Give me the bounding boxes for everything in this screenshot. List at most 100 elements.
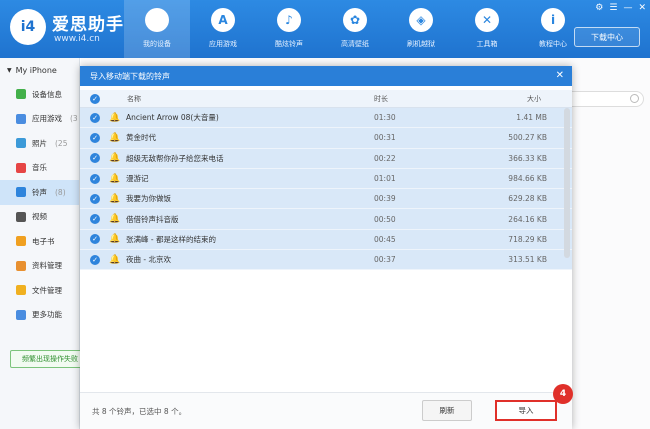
bell-icon: 🔔 xyxy=(109,193,121,204)
ringtone-duration: 00:45 xyxy=(374,234,396,244)
ringtone-name: 漫游记 xyxy=(126,174,149,184)
bell-icon: 🔔 xyxy=(109,173,121,184)
sidebar-item[interactable]: 更多功能 xyxy=(0,303,79,328)
row-checkbox[interactable]: ✓ xyxy=(90,173,100,184)
nav-label: 酷炫铃声 xyxy=(275,40,303,48)
nav-item[interactable]: ✕ 工具箱 xyxy=(454,0,520,58)
column-duration[interactable]: 时长 xyxy=(374,94,388,104)
dialog-footer: 共 8 个铃声，已选中 8 个。 刷新 导入 xyxy=(80,392,572,429)
nav-label: 高清壁纸 xyxy=(341,40,369,48)
nav-label: 工具箱 xyxy=(476,40,498,48)
table-row[interactable]: ✓ 🔔 借借铃声抖音版 00:50 264.16 KB xyxy=(80,209,572,230)
sidebar-item[interactable]: 应用游戏 (3 xyxy=(0,107,79,132)
ebook-icon xyxy=(16,236,26,247)
ringtone-size: 629.28 KB xyxy=(508,194,547,204)
sidebar-list: 设备信息 应用游戏 (3 照片 (25 音乐铃声 (8) 视频电子书资料管理文件管理更多功能 xyxy=(0,82,79,327)
data-icon xyxy=(16,260,26,271)
table-row[interactable]: ✓ 🔔 黄金时代 00:31 500.27 KB xyxy=(80,128,572,149)
sidebar-item[interactable]: 设备信息 xyxy=(0,82,79,107)
photos-icon xyxy=(16,138,26,149)
nav-item[interactable]: 我的设备 xyxy=(124,0,190,58)
sidebar-item-label: 电子书 xyxy=(32,236,55,246)
sidebar-item-label: 视频 xyxy=(32,212,47,222)
ringtone-name: 黄金时代 xyxy=(126,133,156,143)
sidebar-item[interactable]: 电子书 xyxy=(0,229,79,254)
ringtone-size: 264.16 KB xyxy=(508,214,547,224)
table-row[interactable]: ✓ 🔔 我要为你做饭 00:39 629.28 KB xyxy=(80,189,572,210)
sidebar-item-label: 铃声 xyxy=(32,187,47,197)
ringtone-size: 718.29 KB xyxy=(508,234,547,244)
ringtone-name: 超级无敌帮你孙子给您来电话 xyxy=(126,153,224,163)
nav-label: 教程中心 xyxy=(539,40,567,48)
row-checkbox[interactable]: ✓ xyxy=(90,153,100,164)
device-info-icon xyxy=(16,89,26,100)
sidebar-item-label: 更多功能 xyxy=(32,310,62,320)
sidebar-item[interactable]: 资料管理 xyxy=(0,254,79,279)
chevron-down-icon: ▼ xyxy=(7,66,12,74)
refresh-button[interactable]: 刷新 xyxy=(422,400,472,421)
ringtone-name: 借借铃声抖音版 xyxy=(126,214,179,224)
sidebar-item-count: (8) xyxy=(55,187,66,197)
nav-item[interactable]: ♪ 酷炫铃声 xyxy=(256,0,322,58)
ringtone-size: 1.41 MB xyxy=(516,113,547,123)
feedback-button[interactable]: 频繁出现操作失败 xyxy=(10,350,90,368)
nav-item[interactable]: A 应用游戏 xyxy=(190,0,256,58)
file-icon xyxy=(16,285,26,296)
search-icon xyxy=(630,94,639,103)
sidebar-item-count: (25 xyxy=(55,138,68,148)
device-selector[interactable]: ▼ My iPhone xyxy=(0,58,79,82)
sidebar-item[interactable]: 文件管理 xyxy=(0,278,79,303)
column-name[interactable]: 名称 xyxy=(127,94,141,104)
table-header: ✓ 名称 时长 大小 xyxy=(80,90,572,108)
row-checkbox[interactable]: ✓ xyxy=(90,234,100,245)
table-row[interactable]: ✓ 🔔 漫游记 01:01 984.66 KB xyxy=(80,168,572,190)
device-name: My iPhone xyxy=(15,65,57,75)
close-icon[interactable]: ✕ xyxy=(638,3,646,13)
close-icon[interactable]: ✕ xyxy=(556,70,564,81)
sidebar-item[interactable]: 铃声 (8) xyxy=(0,180,79,205)
bell-icon: 🔔 xyxy=(109,254,121,265)
brand-url: www.i4.cn xyxy=(54,34,100,44)
sidebar-item[interactable]: 照片 (25 xyxy=(0,131,79,156)
column-size[interactable]: 大小 xyxy=(527,94,541,104)
select-all-checkbox[interactable]: ✓ xyxy=(90,93,100,104)
bell-icon: ♪ xyxy=(277,8,301,32)
ringtone-duration: 00:39 xyxy=(374,194,396,204)
bell-icon: 🔔 xyxy=(109,234,121,245)
table-row[interactable]: ✓ 🔔 超级无敌帮你孙子给您来电话 00:22 366.33 KB xyxy=(80,148,572,169)
sidebar-item[interactable]: 音乐 xyxy=(0,156,79,181)
menu-icon[interactable]: ☰ xyxy=(609,3,617,13)
settings-icon[interactable]: ⚙ xyxy=(595,3,603,13)
ringtone-duration: 00:31 xyxy=(374,133,396,143)
sidebar-item-label: 资料管理 xyxy=(32,261,62,271)
sidebar-item[interactable]: 视频 xyxy=(0,205,79,230)
ringtone-size: 500.27 KB xyxy=(508,133,547,143)
scrollbar[interactable] xyxy=(564,108,570,258)
row-checkbox[interactable]: ✓ xyxy=(90,132,100,143)
nav-item[interactable]: ◈ 刷机越狱 xyxy=(388,0,454,58)
minimize-icon[interactable]: — xyxy=(623,3,632,13)
table-row[interactable]: ✓ 🔔 Ancient Arrow 08(大音量) 01:30 1.41 MB xyxy=(80,108,572,129)
selection-count: 共 8 个铃声，已选中 8 个。 xyxy=(92,407,187,416)
ringtone-name: 张满峰 - 都是这样的结束的 xyxy=(126,234,216,244)
row-checkbox[interactable]: ✓ xyxy=(90,193,100,204)
nav-item[interactable]: ✿ 高清壁纸 xyxy=(322,0,388,58)
info-icon: i xyxy=(541,8,565,32)
bell-icon: 🔔 xyxy=(109,153,121,164)
table-row[interactable]: ✓ 🔔 夜曲 - 北京欢 00:37 313.51 KB xyxy=(80,250,572,271)
ringtone-icon xyxy=(16,187,26,198)
brand-name: 爱思助手 xyxy=(52,15,124,35)
nav-label: 刷机越狱 xyxy=(407,40,435,48)
row-checkbox[interactable]: ✓ xyxy=(90,254,100,265)
main-nav: 我的设备 A 应用游戏 ♪ 酷炫铃声 ✿ 高清壁纸 ◈ 刷机越狱 ✕ 工具箱 i 教程中心 xyxy=(124,0,586,58)
ringtone-duration: 01:01 xyxy=(374,174,396,184)
download-center-button[interactable]: 下载中心 xyxy=(574,27,640,47)
row-checkbox[interactable]: ✓ xyxy=(90,214,100,225)
wallpaper-icon: ✿ xyxy=(343,8,367,32)
import-button[interactable]: 导入 xyxy=(495,400,557,421)
ringtone-name: 夜曲 - 北京欢 xyxy=(126,255,171,265)
row-checkbox[interactable]: ✓ xyxy=(90,112,100,123)
ringtone-duration: 01:30 xyxy=(374,113,396,123)
table-row[interactable]: ✓ 🔔 张满峰 - 都是这样的结束的 00:45 718.29 KB xyxy=(80,229,572,251)
bell-icon: 🔔 xyxy=(109,112,121,123)
